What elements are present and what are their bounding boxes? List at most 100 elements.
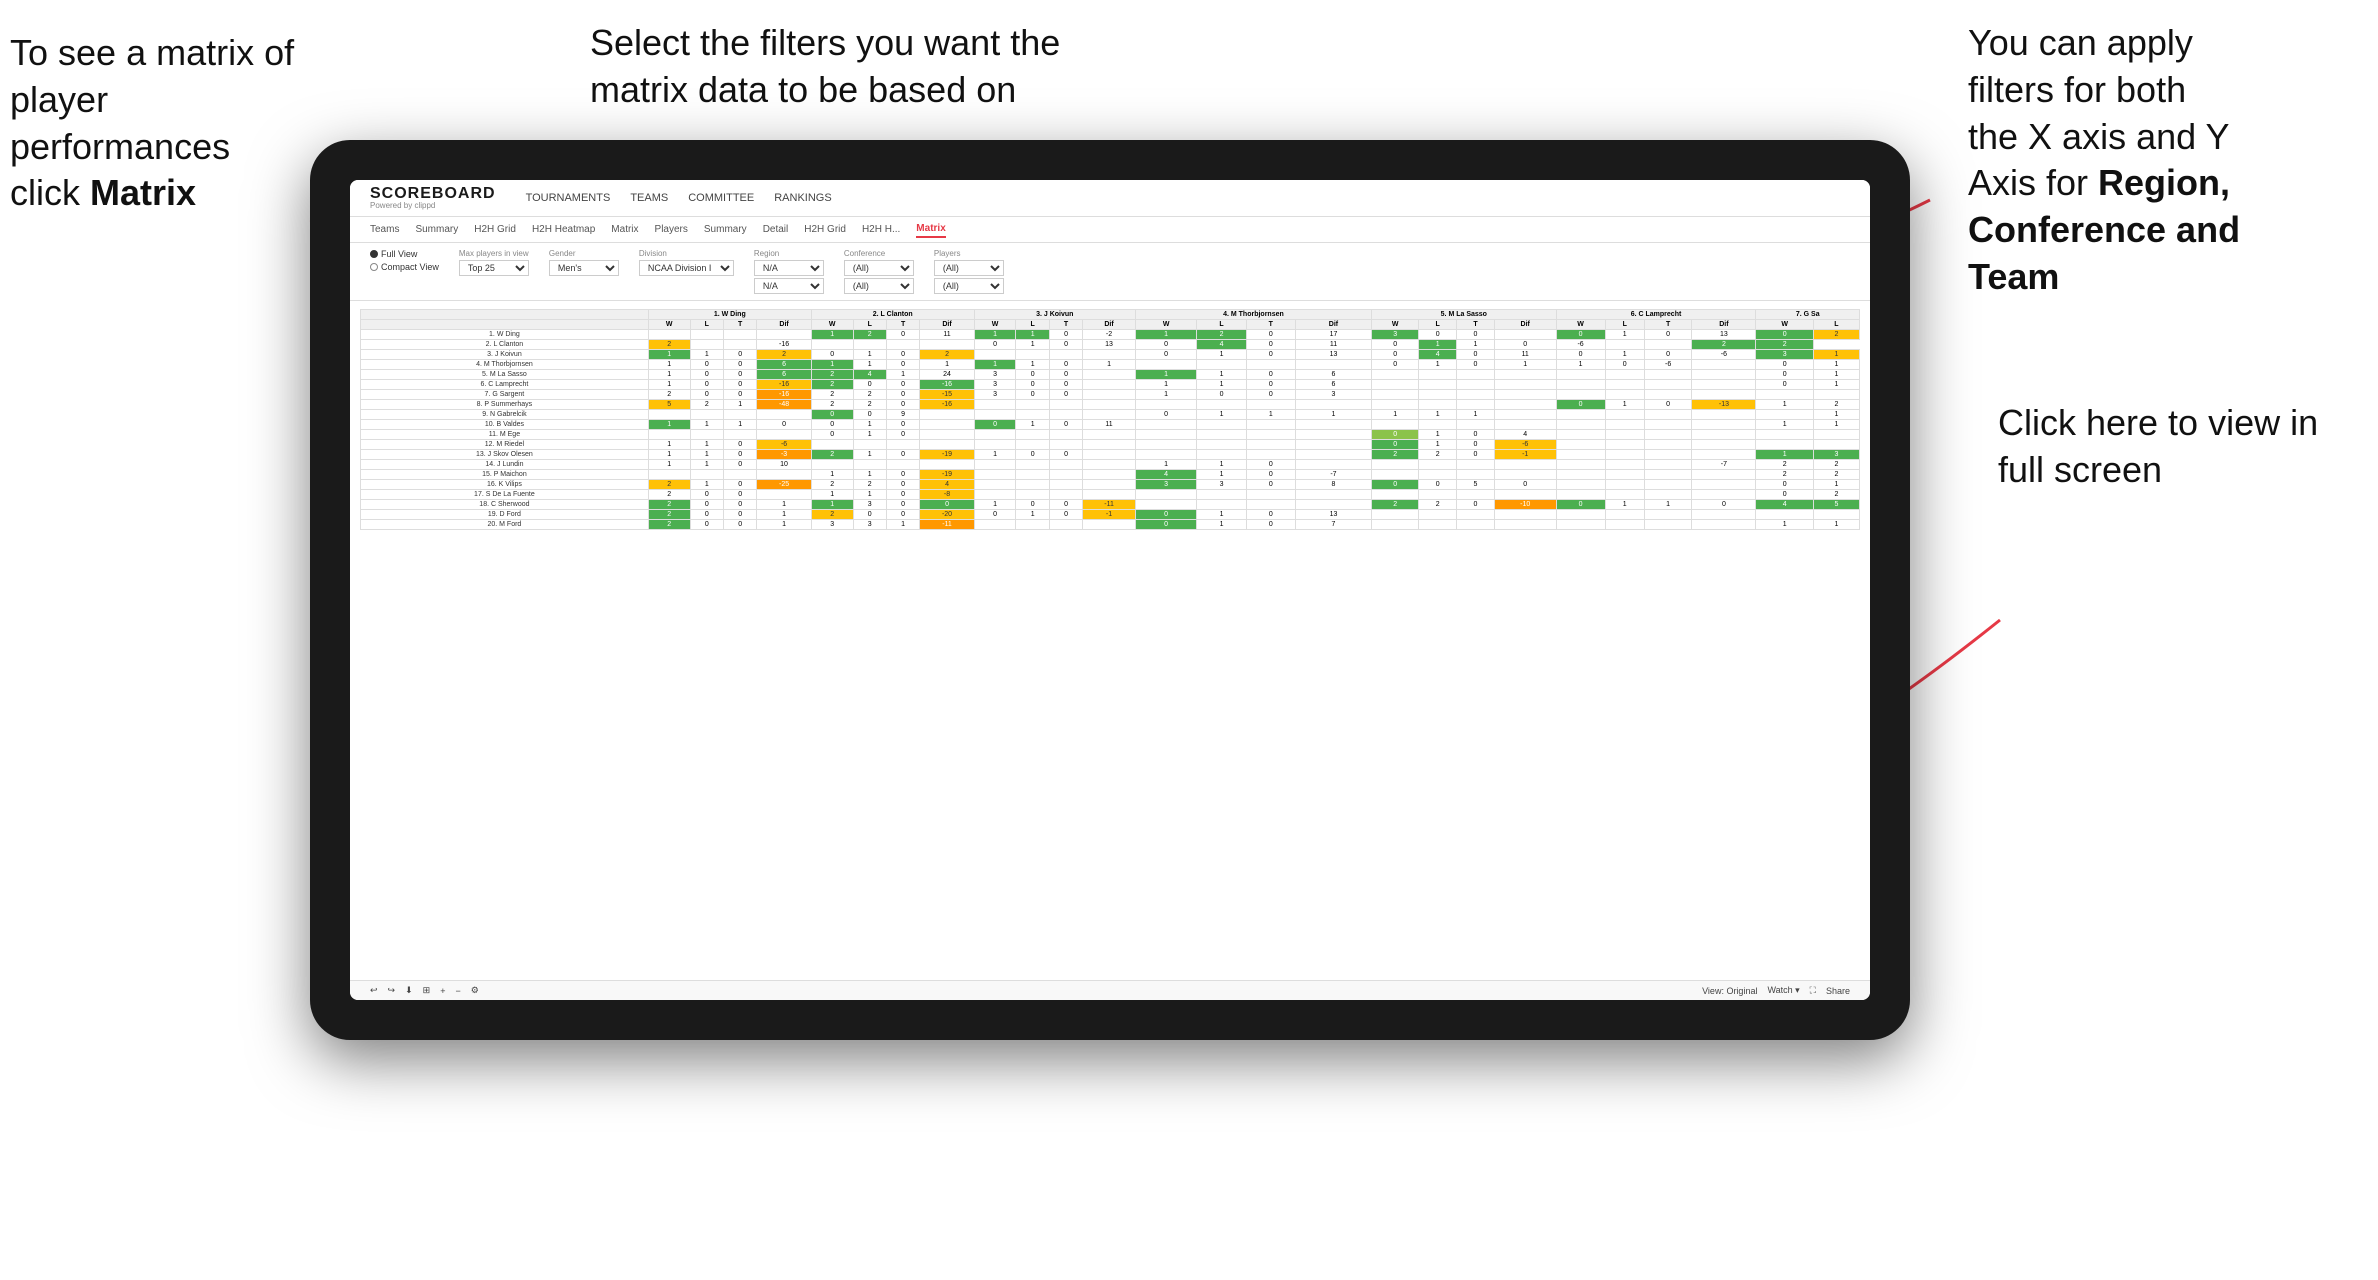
subnav-matrix-active[interactable]: Matrix [916, 221, 945, 238]
cell [920, 340, 974, 350]
division-select[interactable]: NCAA Division I [639, 260, 734, 276]
subnav-h2h-h[interactable]: H2H H... [862, 222, 900, 237]
cell: 0 [1016, 500, 1049, 510]
full-view-option[interactable]: Full View [370, 249, 439, 259]
cell [1494, 520, 1556, 530]
table-row: 1. W Ding 12011 110-2 12017 300 01013 02 [361, 330, 1860, 340]
toolbar-redo[interactable]: ↪ [388, 985, 396, 996]
table-row: 18. C Sherwood 2001 1300 100-11 220-10 0… [361, 500, 1860, 510]
cell [1644, 450, 1692, 460]
cell: 0 [886, 480, 919, 490]
cell [1016, 410, 1049, 420]
cell [1295, 500, 1371, 510]
cell: -6 [1692, 350, 1756, 360]
max-players-select[interactable]: Top 25 [459, 260, 529, 276]
compact-view-radio[interactable] [370, 263, 378, 271]
subnav-h2h-heatmap[interactable]: H2H Heatmap [532, 222, 595, 237]
cell [1372, 510, 1419, 520]
conference-select-2[interactable]: (All) [844, 278, 914, 294]
toolbar-settings[interactable]: ⚙ [471, 985, 479, 996]
toolbar-undo[interactable]: ↩ [370, 985, 378, 996]
cell [1295, 460, 1371, 470]
cell: 13 [1692, 330, 1756, 340]
toolbar-download[interactable]: ⬇ [405, 985, 413, 996]
subnav-teams[interactable]: Teams [370, 222, 399, 237]
cell [1135, 440, 1197, 450]
compact-view-option[interactable]: Compact View [370, 262, 439, 272]
logo-powered: Powered by clippd [370, 202, 496, 210]
toolbar-zoom-in[interactable]: + [440, 986, 445, 996]
cell: -16 [757, 390, 811, 400]
subnav-detail[interactable]: Detail [763, 222, 789, 237]
cell: 0 [853, 510, 886, 520]
cell [1692, 410, 1756, 420]
cell [1756, 440, 1813, 450]
subnav-h2h-grid[interactable]: H2H Grid [474, 222, 516, 237]
cell [974, 490, 1016, 500]
nav-items: TOURNAMENTS TEAMS COMMITTEE RANKINGS [526, 192, 832, 204]
cell [1135, 400, 1197, 410]
h-sasso-t: T [1457, 320, 1495, 330]
cell: 0 [723, 450, 756, 460]
toolbar-view-original[interactable]: View: Original [1702, 986, 1757, 996]
players-select-1[interactable]: (All) [934, 260, 1004, 276]
cell [1692, 490, 1756, 500]
cell: 2 [690, 400, 723, 410]
gender-select[interactable]: Men's [549, 260, 619, 276]
cell: 0 [1756, 370, 1813, 380]
toolbar-watch[interactable]: Watch ▾ [1767, 985, 1799, 996]
cell: 0 [1756, 360, 1813, 370]
cell [1197, 490, 1246, 500]
cell: 0 [886, 450, 919, 460]
region-select-1[interactable]: N/A [754, 260, 824, 276]
cell: 1 [648, 380, 690, 390]
subnav-h2h-grid2[interactable]: H2H Grid [804, 222, 846, 237]
cell [1644, 410, 1692, 420]
cell [1605, 520, 1644, 530]
nav-rankings[interactable]: RANKINGS [774, 192, 831, 204]
nav-committee[interactable]: COMMITTEE [688, 192, 754, 204]
player-13: 13. J Skov Olesen [361, 450, 649, 460]
h-clanton-l: L [853, 320, 886, 330]
players-select-2[interactable]: (All) [934, 278, 1004, 294]
cell [1372, 390, 1419, 400]
cell: 0 [1372, 340, 1419, 350]
cell [974, 410, 1016, 420]
cell: 2 [648, 480, 690, 490]
table-row: 6. C Lamprecht 100-16 200-16 300 1106 01 [361, 380, 1860, 390]
cell [1457, 510, 1495, 520]
toolbar-share[interactable]: Share [1826, 986, 1850, 996]
cell: 1 [920, 360, 974, 370]
toolbar-screen[interactable]: ⛶ [1810, 985, 1816, 996]
cell: 1 [1135, 330, 1197, 340]
cell: 1 [811, 500, 853, 510]
cell: -11 [920, 520, 974, 530]
region-select-2[interactable]: N/A [754, 278, 824, 294]
header-3-j-koivun: 3. J Koivun [974, 310, 1135, 320]
toolbar-zoom-fit[interactable]: ⊞ [423, 985, 431, 996]
cell: 2 [1372, 500, 1419, 510]
cell [1644, 520, 1692, 530]
subnav-matrix[interactable]: Matrix [611, 222, 638, 237]
cell: 0 [886, 490, 919, 500]
annotation-left: To see a matrix of player performances c… [10, 30, 330, 217]
cell: 0 [1246, 460, 1295, 470]
cell: 0 [1246, 480, 1295, 490]
subnav-players[interactable]: Players [655, 222, 688, 237]
full-view-radio[interactable] [370, 250, 378, 258]
cell [1457, 520, 1495, 530]
nav-teams[interactable]: TEAMS [630, 192, 668, 204]
cell [1605, 450, 1644, 460]
cell: -48 [757, 400, 811, 410]
gender-label: Gender [549, 249, 619, 258]
subnav-summary2[interactable]: Summary [704, 222, 747, 237]
cell [1605, 480, 1644, 490]
subnav-summary[interactable]: Summary [415, 222, 458, 237]
h-sasso-w: W [1372, 320, 1419, 330]
nav-tournaments[interactable]: TOURNAMENTS [526, 192, 611, 204]
cell [1692, 420, 1756, 430]
toolbar-zoom-out[interactable]: − [455, 986, 460, 996]
conference-select-1[interactable]: (All) [844, 260, 914, 276]
cell: 0 [723, 520, 756, 530]
h-clanton-t: T [886, 320, 919, 330]
